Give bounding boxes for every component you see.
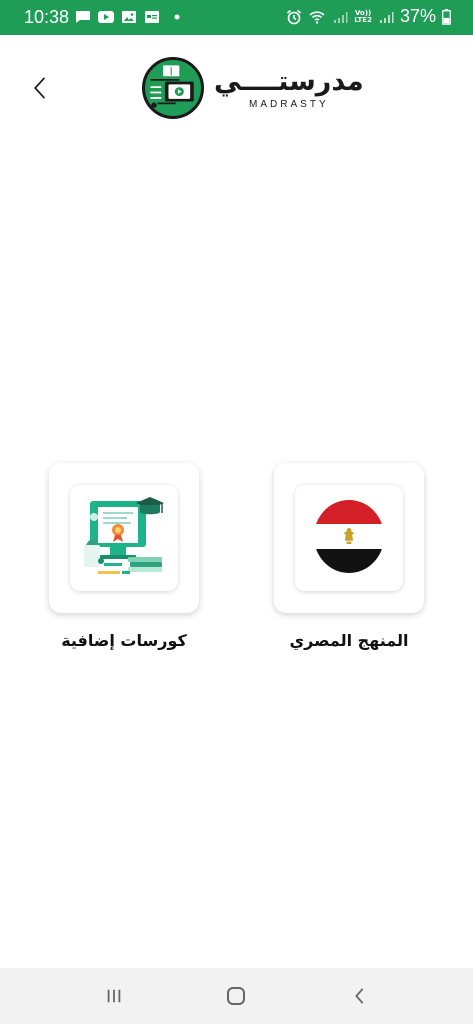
back-icon xyxy=(355,988,364,1004)
recents-icon xyxy=(107,989,121,1003)
status-right-icons: Vo)) LTE2 37% xyxy=(286,6,451,27)
signal-icon-1 xyxy=(334,11,348,23)
image-icon xyxy=(122,11,136,23)
extra-courses-image xyxy=(70,485,178,591)
egyptian-curriculum-image xyxy=(295,485,403,591)
network-label: LTE2 xyxy=(354,15,372,24)
logo-icon xyxy=(150,65,194,108)
dot-icon xyxy=(174,14,180,20)
extra-courses-label[interactable]: كورسات إضافية xyxy=(29,631,219,650)
chevron-left-icon xyxy=(34,77,45,99)
logo-wordmark: مدرستــــي MADRASTY xyxy=(214,65,364,110)
eagle-emblem-icon xyxy=(343,528,355,545)
logo-arabic-text: مدرستــــي xyxy=(214,65,364,97)
youtube-icon xyxy=(98,11,114,23)
home-button[interactable] xyxy=(216,982,256,1010)
logo-emblem xyxy=(142,57,204,119)
recents-button[interactable] xyxy=(94,982,134,1010)
calendar-icon xyxy=(145,11,159,23)
extra-courses-card[interactable] xyxy=(49,463,199,613)
back-button[interactable] xyxy=(26,72,54,104)
status-time: 10:38 xyxy=(24,7,70,27)
egyptian-curriculum-card[interactable] xyxy=(274,463,424,613)
alarm-icon xyxy=(287,9,302,24)
battery-percentage: 37% xyxy=(399,6,436,26)
home-icon xyxy=(227,987,245,1005)
nav-back-button[interactable] xyxy=(340,982,380,1010)
notification-icons xyxy=(75,9,181,25)
egypt-flag-icon xyxy=(314,500,384,573)
signal-icon-2 xyxy=(379,11,394,23)
egyptian-curriculum-label[interactable]: المنهج المصري xyxy=(254,631,444,650)
logo-latin-text: MADRASTY xyxy=(249,98,329,110)
system-nav-bar xyxy=(0,968,473,1024)
wifi-icon xyxy=(309,10,325,24)
battery-icon xyxy=(442,8,451,25)
status-bar: 10:38 Vo)) LTE2 37% xyxy=(0,0,473,35)
certificate-illustration-icon xyxy=(84,497,164,574)
app-logo: مدرستــــي MADRASTY xyxy=(142,57,364,119)
message-icon xyxy=(76,11,90,23)
screen: 10:38 Vo)) LTE2 37% مدرستــــي MADRASTY … xyxy=(0,0,473,1024)
